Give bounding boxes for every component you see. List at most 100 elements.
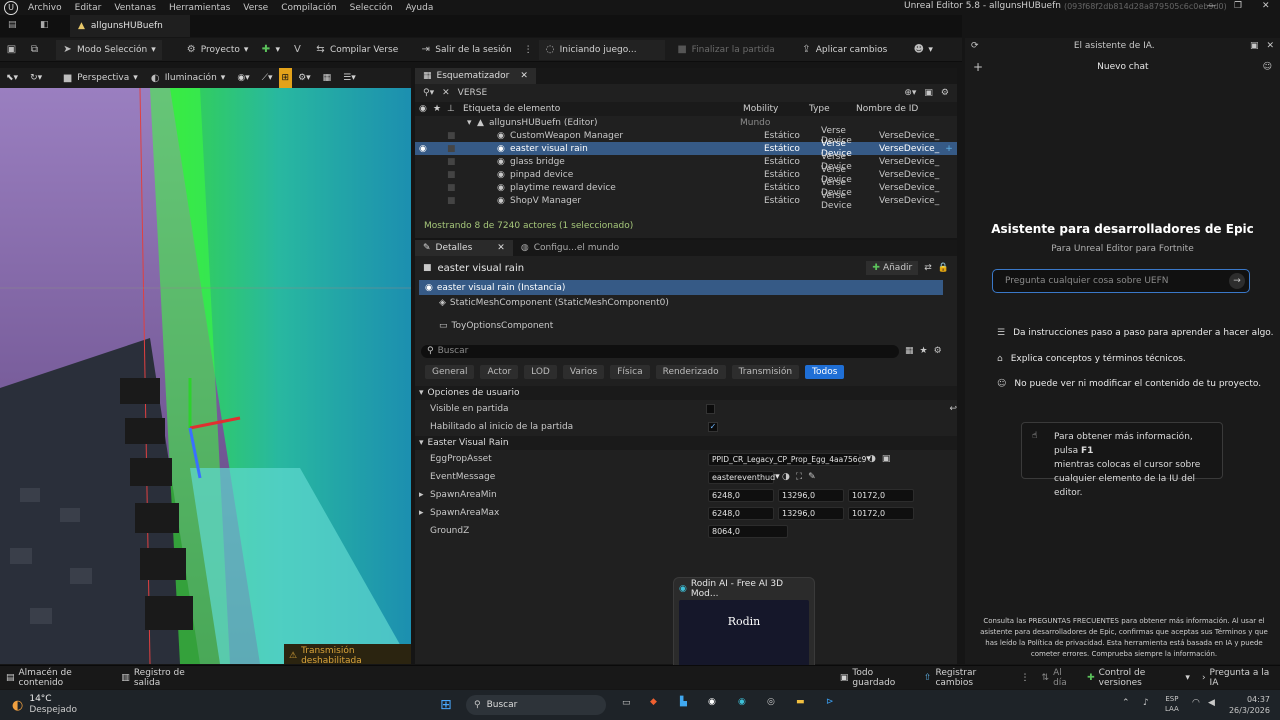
col-id[interactable]: Nombre de ID (856, 104, 918, 114)
ai-pin-icon[interactable]: ⟳ (971, 41, 979, 51)
details-search-input[interactable]: ⚲ Buscar (421, 344, 899, 358)
object-name[interactable]: easter visual rain (438, 263, 861, 274)
weather-widget[interactable]: 14°C Despejado (29, 694, 77, 716)
sidebar-icon[interactable]: ◧ (40, 20, 49, 30)
menu-verse[interactable]: Verse (243, 3, 268, 13)
spawn-max-x[interactable]: 6248,0 (708, 506, 774, 520)
ai-popout-icon[interactable]: ▣ (1250, 41, 1259, 51)
row-lock-icon[interactable]: ■ (447, 131, 497, 141)
category-general[interactable]: General (425, 365, 475, 379)
visibility-icon[interactable]: ◉ (419, 144, 433, 154)
section-user-options[interactable]: ▾ Opciones de usuario (415, 386, 957, 400)
save-button[interactable]: ▣ (0, 40, 23, 60)
grid-snap-icon[interactable]: ⊞ (278, 68, 293, 88)
unreal-taskbar-icon[interactable]: ◉ (708, 697, 716, 707)
visibility-icon[interactable]: ◉ (419, 104, 433, 114)
visibility-icon[interactable]: ◉ (419, 157, 433, 167)
select-mode-icon[interactable]: ⬉▾ (0, 68, 24, 88)
output-log-button[interactable]: ▥ Registro de salida (115, 668, 212, 688)
volume-icon[interactable]: ◀ (1208, 698, 1215, 708)
exit-session-button[interactable]: ⇥ Salir de la sesión (414, 40, 517, 60)
level-tab[interactable]: ▲ allgunsHUBuefn (70, 15, 190, 37)
spawn-max-z[interactable]: 10172,0 (848, 506, 914, 520)
add-row-icon[interactable]: + (945, 144, 953, 154)
close-tab-icon[interactable]: ✕ (497, 243, 505, 253)
browse-icon[interactable]: ◑ (782, 472, 790, 482)
reset-icon[interactable]: ↩ (949, 404, 957, 414)
level-viewport[interactable]: ⚠ Transmisión deshabilitada (0, 88, 411, 664)
expand-icon[interactable]: ▾ (467, 118, 477, 128)
spawn-min-y[interactable]: 13296,0 (778, 488, 844, 502)
menu-icon[interactable]: ☰▾ (337, 68, 362, 88)
category-todos[interactable]: Todos (805, 365, 845, 379)
browse-icon[interactable]: ◑ (868, 454, 876, 464)
all-saved-button[interactable]: ▣ Todo guardado (834, 668, 918, 688)
close-icon[interactable]: ✕ (1262, 1, 1270, 11)
spawn-min-z[interactable]: 10172,0 (848, 488, 914, 502)
visibility-icon[interactable]: ◉ (419, 131, 433, 141)
add-component-button[interactable]: ✚ Añadir (866, 261, 919, 275)
mic-icon[interactable]: ♪ (1143, 698, 1149, 708)
add-filter-icon[interactable]: ⊕▾ (904, 88, 916, 98)
end-match-button[interactable]: ■ Finalizar la partida (671, 40, 781, 60)
tab-details[interactable]: ✎ Detalles ✕ (415, 240, 513, 256)
row-lock-icon[interactable]: ■ (447, 144, 497, 154)
enabled-checkbox[interactable]: ✓ (708, 422, 718, 432)
verse-button[interactable]: V (286, 40, 309, 60)
lock-details-icon[interactable]: 🔒 (938, 263, 949, 273)
component-staticmesh[interactable]: ◈ StaticMeshComponent (StaticMeshComponen… (415, 295, 957, 311)
new-chat-label[interactable]: Nuevo chat (983, 62, 1263, 72)
taskbar-search[interactable]: ⚲ Buscar (466, 695, 606, 715)
menu-editar[interactable]: Editar (75, 3, 102, 13)
language-indicator[interactable]: ESP LAA (1165, 694, 1179, 714)
component-instance[interactable]: ◉ easter visual rain (Instancia) (419, 280, 943, 295)
folder-icon[interactable]: ▤ (8, 20, 17, 30)
ask-ai-button[interactable]: › Pregunta a la IA (1196, 668, 1280, 688)
category-lod[interactable]: LOD (524, 365, 557, 379)
component-toyoptions[interactable]: ▭ ToyOptionsComponent (415, 318, 957, 334)
menu-ayuda[interactable]: Ayuda (406, 3, 434, 13)
menu-herramientas[interactable]: Herramientas (169, 3, 230, 13)
minimize-icon[interactable]: — (1207, 1, 1216, 11)
register-changes-button[interactable]: ⇧ Registrar cambios (918, 668, 1015, 688)
menu-archivo[interactable]: Archivo (28, 3, 62, 13)
add-content-button[interactable]: ✚ ▾ (254, 40, 286, 60)
send-icon[interactable]: → (1229, 273, 1245, 289)
maximize-icon[interactable]: ❐ (1234, 1, 1242, 11)
filter-text[interactable]: VERSE (458, 88, 897, 98)
source-control-button[interactable]: ⧉ (23, 40, 46, 60)
egg-prop-dropdown[interactable]: PPID_CR_Legacy_CP_Prop_Egg_4aa756c9 ▾ (708, 452, 871, 466)
clear-filter-icon[interactable]: ✕ (442, 88, 450, 98)
users-button[interactable]: ☻ ▾ (907, 40, 939, 60)
details-settings-icon[interactable]: ⚙ (934, 346, 942, 356)
spawn-min-x[interactable]: 6248,0 (708, 488, 774, 502)
tray-chevron-icon[interactable]: ⌃ (1122, 698, 1130, 708)
menu-compilacion[interactable]: Compilación (281, 3, 336, 13)
favorite-icon[interactable]: ★ (920, 346, 928, 356)
snap-icon[interactable]: ⟋▾ (256, 68, 279, 88)
filter-icon[interactable]: ⚲▾ (423, 88, 434, 98)
lock-icon[interactable]: ⊥ (447, 104, 463, 114)
task-view-icon[interactable]: ▭ (622, 698, 631, 708)
layout-icon[interactable]: ▦ (317, 68, 338, 88)
new-chat-icon[interactable]: + (973, 60, 983, 74)
compile-verse-button[interactable]: ⇆ Compilar Verse (309, 40, 404, 60)
visibility-icon[interactable]: ◉ (419, 183, 433, 193)
col-mobility[interactable]: Mobility (743, 104, 809, 114)
version-control-button[interactable]: ✚ Control de versiones ▾ (1081, 668, 1196, 688)
visibility-icon[interactable]: ◉ (419, 170, 433, 180)
category-actor[interactable]: Actor (480, 365, 519, 379)
mode-selection-button[interactable]: ➤ Modo Selección ▾ (56, 39, 162, 60)
content-drawer-button[interactable]: ▤ Almacén de contenido (0, 668, 115, 688)
apply-changes-button[interactable]: ⇪ Aplicar cambios (795, 40, 894, 60)
tab-world-settings[interactable]: ◍ Configu...el mundo (512, 240, 628, 256)
transform-icon[interactable]: ↻▾ (24, 68, 48, 88)
menu-seleccion[interactable]: Selección (350, 3, 393, 13)
row-lock-icon[interactable]: ■ (447, 157, 497, 167)
menu-ventanas[interactable]: Ventanas (114, 3, 156, 13)
weather-icon[interactable]: ◐ (12, 698, 23, 713)
blueprint-icon[interactable]: ⇄ (924, 263, 932, 273)
expand-icon[interactable]: ▸ (419, 508, 430, 518)
start-icon[interactable]: ⊞ (440, 697, 452, 713)
files-icon[interactable]: ▬ (796, 697, 805, 707)
